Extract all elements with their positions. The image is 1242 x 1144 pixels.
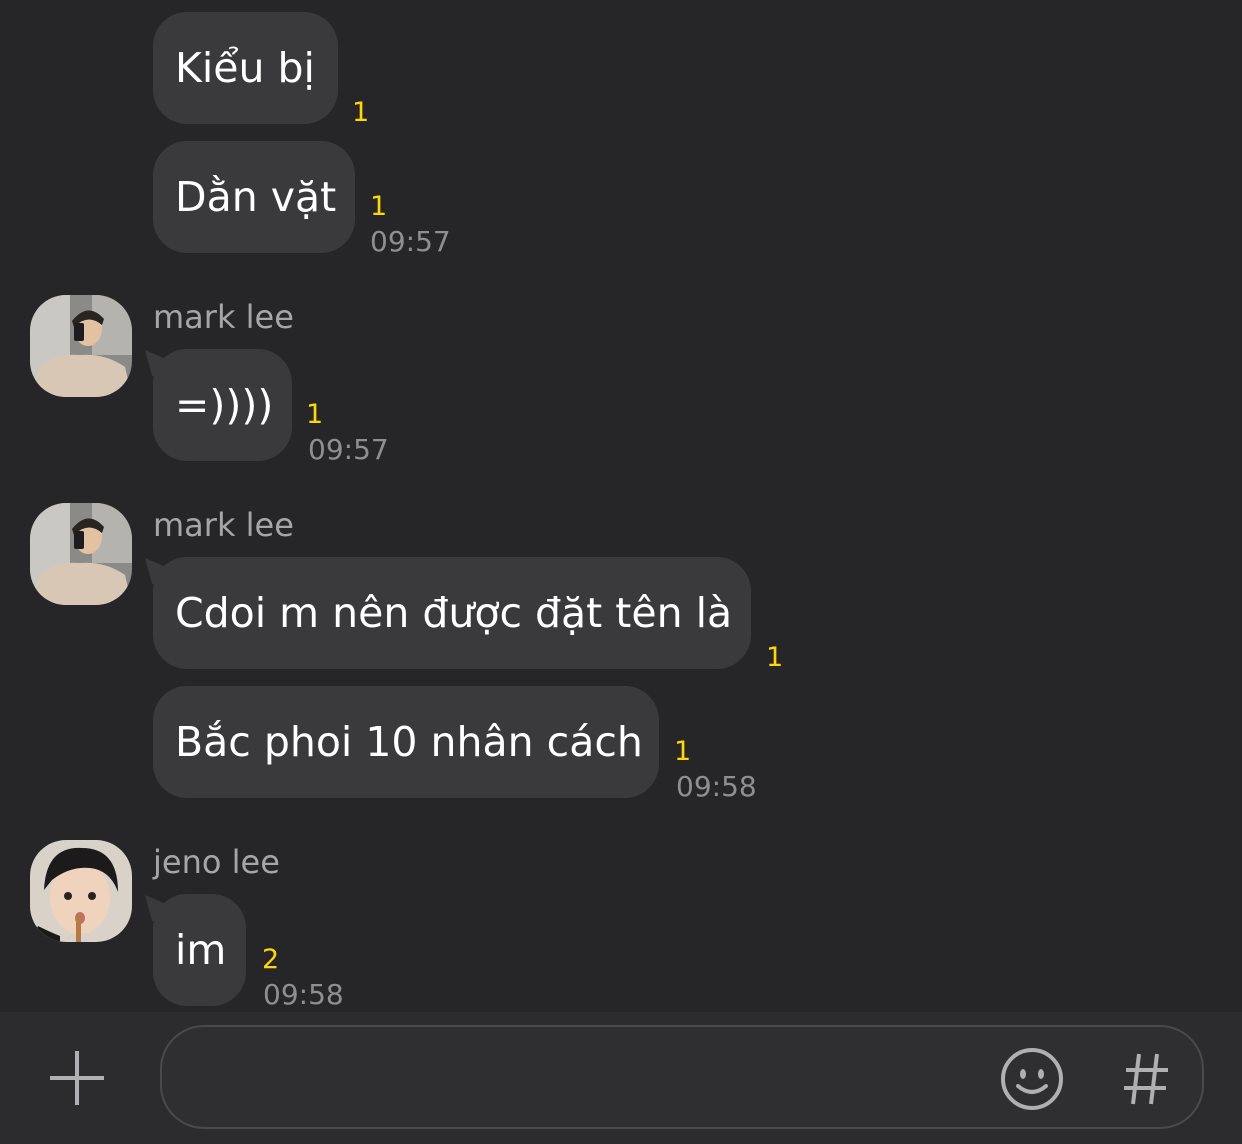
message-bubble[interactable]: Kiểu bị — [153, 12, 338, 124]
message-time: 09:57 — [308, 433, 389, 466]
unread-count: 1 — [674, 736, 692, 767]
hashtag-icon[interactable] — [1122, 1051, 1170, 1107]
avatar-photo-icon — [30, 840, 132, 942]
avatar-photo-icon — [30, 503, 132, 605]
unread-count: 1 — [352, 97, 370, 128]
message-bubble[interactable]: Cdoi m nên được đặt tên là — [153, 557, 751, 669]
avatar-mark-lee[interactable] — [30, 295, 132, 397]
unread-count: 2 — [262, 944, 280, 975]
message-time: 09:57 — [370, 225, 451, 258]
message-text: Dằn vặt — [175, 173, 337, 221]
sender-name: mark lee — [153, 298, 294, 336]
unread-count: 1 — [306, 399, 324, 430]
message-bubble[interactable]: =)))) — [153, 349, 292, 461]
unread-count: 1 — [370, 191, 388, 222]
avatar-jeno-lee[interactable] — [30, 840, 132, 942]
message-bubble[interactable]: Bắc phoi 10 nhân cách — [153, 686, 659, 798]
smiley-icon[interactable] — [999, 1046, 1065, 1112]
plus-icon[interactable] — [48, 1049, 106, 1107]
message-time: 09:58 — [263, 978, 344, 1011]
avatar-photo-icon — [30, 295, 132, 397]
message-bubble[interactable]: im — [153, 894, 246, 1006]
message-text: Kiểu bị — [175, 44, 315, 92]
message-text: Bắc phoi 10 nhân cách — [175, 718, 643, 766]
message-time: 09:58 — [676, 770, 757, 803]
message-text: Cdoi m nên được đặt tên là — [175, 589, 733, 637]
message-bubble[interactable]: Dằn vặt — [153, 141, 355, 253]
sender-name: mark lee — [153, 506, 294, 544]
message-text: im — [175, 926, 227, 974]
sender-name: jeno lee — [153, 843, 280, 881]
avatar-mark-lee[interactable] — [30, 503, 132, 605]
message-text: =)))) — [175, 381, 274, 429]
unread-count: 1 — [766, 642, 784, 673]
